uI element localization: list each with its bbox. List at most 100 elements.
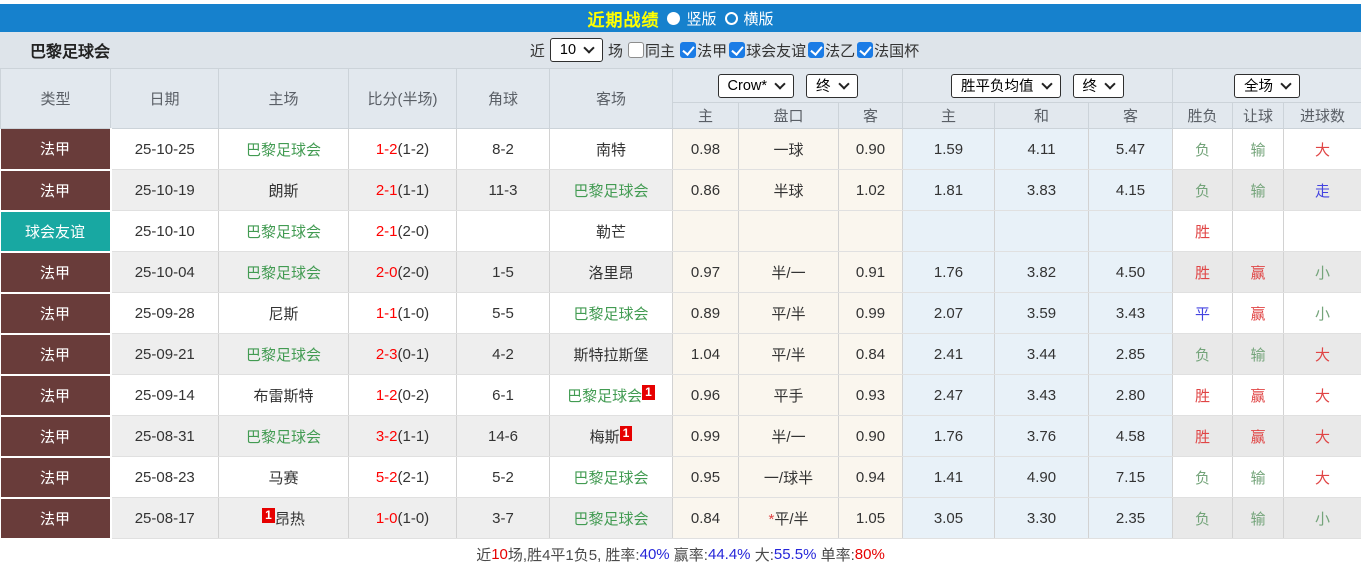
league-checkbox[interactable] (808, 42, 824, 58)
goals-outcome: 小 (1284, 293, 1361, 334)
col-header-date: 日期 (111, 69, 219, 129)
euro-draw-odds: 3.59 (995, 293, 1089, 334)
euro-away-odds: 4.15 (1089, 170, 1173, 211)
layout-vertical-radio[interactable]: 竖版 (667, 8, 716, 29)
league-filter[interactable]: 法甲 (680, 40, 727, 61)
euro-home-odds: 2.07 (903, 293, 995, 334)
match-type-badge: 法甲 (1, 252, 111, 293)
summary-segment: 大: (751, 544, 774, 565)
away-team: 梅斯1 (550, 416, 673, 457)
league-filter[interactable]: 法国杯 (857, 40, 919, 61)
chevron-down-icon (583, 42, 594, 53)
match-type-badge: 法甲 (1, 498, 111, 539)
halftime-score: (1-0) (398, 305, 430, 322)
goals-outcome: 小 (1284, 252, 1361, 293)
halftime-score: (1-1) (398, 182, 430, 199)
score: 3-2(1-1) (349, 416, 457, 457)
chevron-down-icon (1041, 78, 1052, 89)
league-checkbox[interactable] (729, 42, 745, 58)
match-count-select[interactable]: 10 (550, 38, 603, 62)
home-team: 布雷斯特 (219, 375, 349, 416)
layout-horizontal-radio[interactable]: 横版 (725, 8, 774, 29)
home-team: 巴黎足球会 (219, 252, 349, 293)
asian-home-odds (673, 211, 739, 252)
euro-odds-type-select[interactable]: 胜平负均值 (951, 74, 1061, 98)
euro-draw-odds: 3.44 (995, 334, 1089, 375)
team-name: 巴黎足球会 (246, 347, 321, 364)
asian-handicap: 平手 (739, 375, 839, 416)
euro-home-odds: 1.76 (903, 252, 995, 293)
league-checkbox[interactable] (680, 42, 696, 58)
halftime-score: (0-1) (398, 346, 430, 363)
filter-bar: 巴黎足球会 近 10 场 同主 法甲球会友谊法乙法国杯 (0, 32, 1361, 68)
summary-footer: 近10场,胜4平1负5, 胜率:40% 赢率:44.4% 大:55.5% 单率:… (0, 540, 1361, 570)
odds-company-select[interactable]: Crow* (718, 74, 794, 98)
subheader-handicap: 盘口 (739, 103, 839, 129)
asian-away-odds: 0.99 (839, 293, 903, 334)
league-filter[interactable]: 法乙 (808, 40, 855, 61)
handicap-outcome: 输 (1233, 457, 1284, 498)
same-home-filter[interactable]: 同主 (628, 40, 675, 61)
league-filter[interactable]: 球会友谊 (729, 40, 806, 61)
euro-draw-odds: 4.90 (995, 457, 1089, 498)
scope-select[interactable]: 全场 (1234, 74, 1300, 98)
col-header-corner: 角球 (457, 69, 550, 129)
handicap-outcome: 输 (1233, 129, 1284, 170)
match-date: 25-10-25 (111, 129, 219, 170)
euro-odds-time-select[interactable]: 终 (1073, 74, 1125, 98)
asian-home-odds: 0.95 (673, 457, 739, 498)
match-date: 25-09-28 (111, 293, 219, 334)
score: 2-3(0-1) (349, 334, 457, 375)
asian-home-odds: 0.89 (673, 293, 739, 334)
subheader-asian-home: 主 (673, 103, 739, 129)
table-row: 法甲 25-10-25 巴黎足球会 1-2(1-2) 8-2 南特 0.98 一… (1, 129, 1361, 170)
handicap-outcome: 输 (1233, 334, 1284, 375)
match-date: 25-10-10 (111, 211, 219, 252)
halftime-score: (1-2) (398, 141, 430, 158)
asian-away-odds: 0.94 (839, 457, 903, 498)
halftime-score: (1-0) (398, 510, 430, 527)
euro-away-odds: 4.50 (1089, 252, 1173, 293)
league-checkbox[interactable] (857, 42, 873, 58)
team-name: 巴黎足球会 (573, 183, 648, 200)
handicap-outcome: 赢 (1233, 252, 1284, 293)
euro-away-odds: 7.15 (1089, 457, 1173, 498)
handicap-outcome: 赢 (1233, 375, 1284, 416)
euro-away-odds: 2.35 (1089, 498, 1173, 539)
team-name: 布雷斯特 (253, 388, 313, 405)
euro-draw-odds: 3.43 (995, 375, 1089, 416)
handicap-outcome: 输 (1233, 498, 1284, 539)
asian-away-odds: 0.84 (839, 334, 903, 375)
same-home-checkbox[interactable] (628, 42, 644, 58)
match-outcome: 负 (1173, 457, 1233, 498)
match-date: 25-08-23 (111, 457, 219, 498)
match-date: 25-08-17 (111, 498, 219, 539)
score: 1-1(1-0) (349, 293, 457, 334)
summary-segment: 赢率: (670, 544, 708, 565)
corner-score: 3-7 (457, 498, 550, 539)
home-team: 马赛 (219, 457, 349, 498)
euro-home-odds: 2.47 (903, 375, 995, 416)
halftime-score: (2-0) (398, 223, 430, 240)
near-label: 近 (530, 40, 545, 61)
summary-segment: 场,胜4平1负5, 胜率: (508, 544, 640, 565)
goals-outcome: 大 (1284, 334, 1361, 375)
corner-score: 1-5 (457, 252, 550, 293)
match-type-badge: 法甲 (1, 375, 111, 416)
match-outcome: 负 (1173, 334, 1233, 375)
same-home-label: 同主 (645, 40, 675, 61)
asian-odds-time-select[interactable]: 终 (806, 74, 858, 98)
goals-outcome: 大 (1284, 416, 1361, 457)
home-team: 尼斯 (219, 293, 349, 334)
topbar: 近期战绩 竖版 横版 (0, 4, 1361, 32)
match-outcome: 胜 (1173, 252, 1233, 293)
match-date: 25-08-31 (111, 416, 219, 457)
euro-home-odds (903, 211, 995, 252)
asian-handicap (739, 211, 839, 252)
euro-odds-header: 胜平负均值 终 (903, 69, 1173, 103)
euro-home-odds: 1.41 (903, 457, 995, 498)
away-team: 巴黎足球会 (550, 498, 673, 539)
corner-score: 4-2 (457, 334, 550, 375)
asian-away-odds: 1.02 (839, 170, 903, 211)
score: 2-1(2-0) (349, 211, 457, 252)
